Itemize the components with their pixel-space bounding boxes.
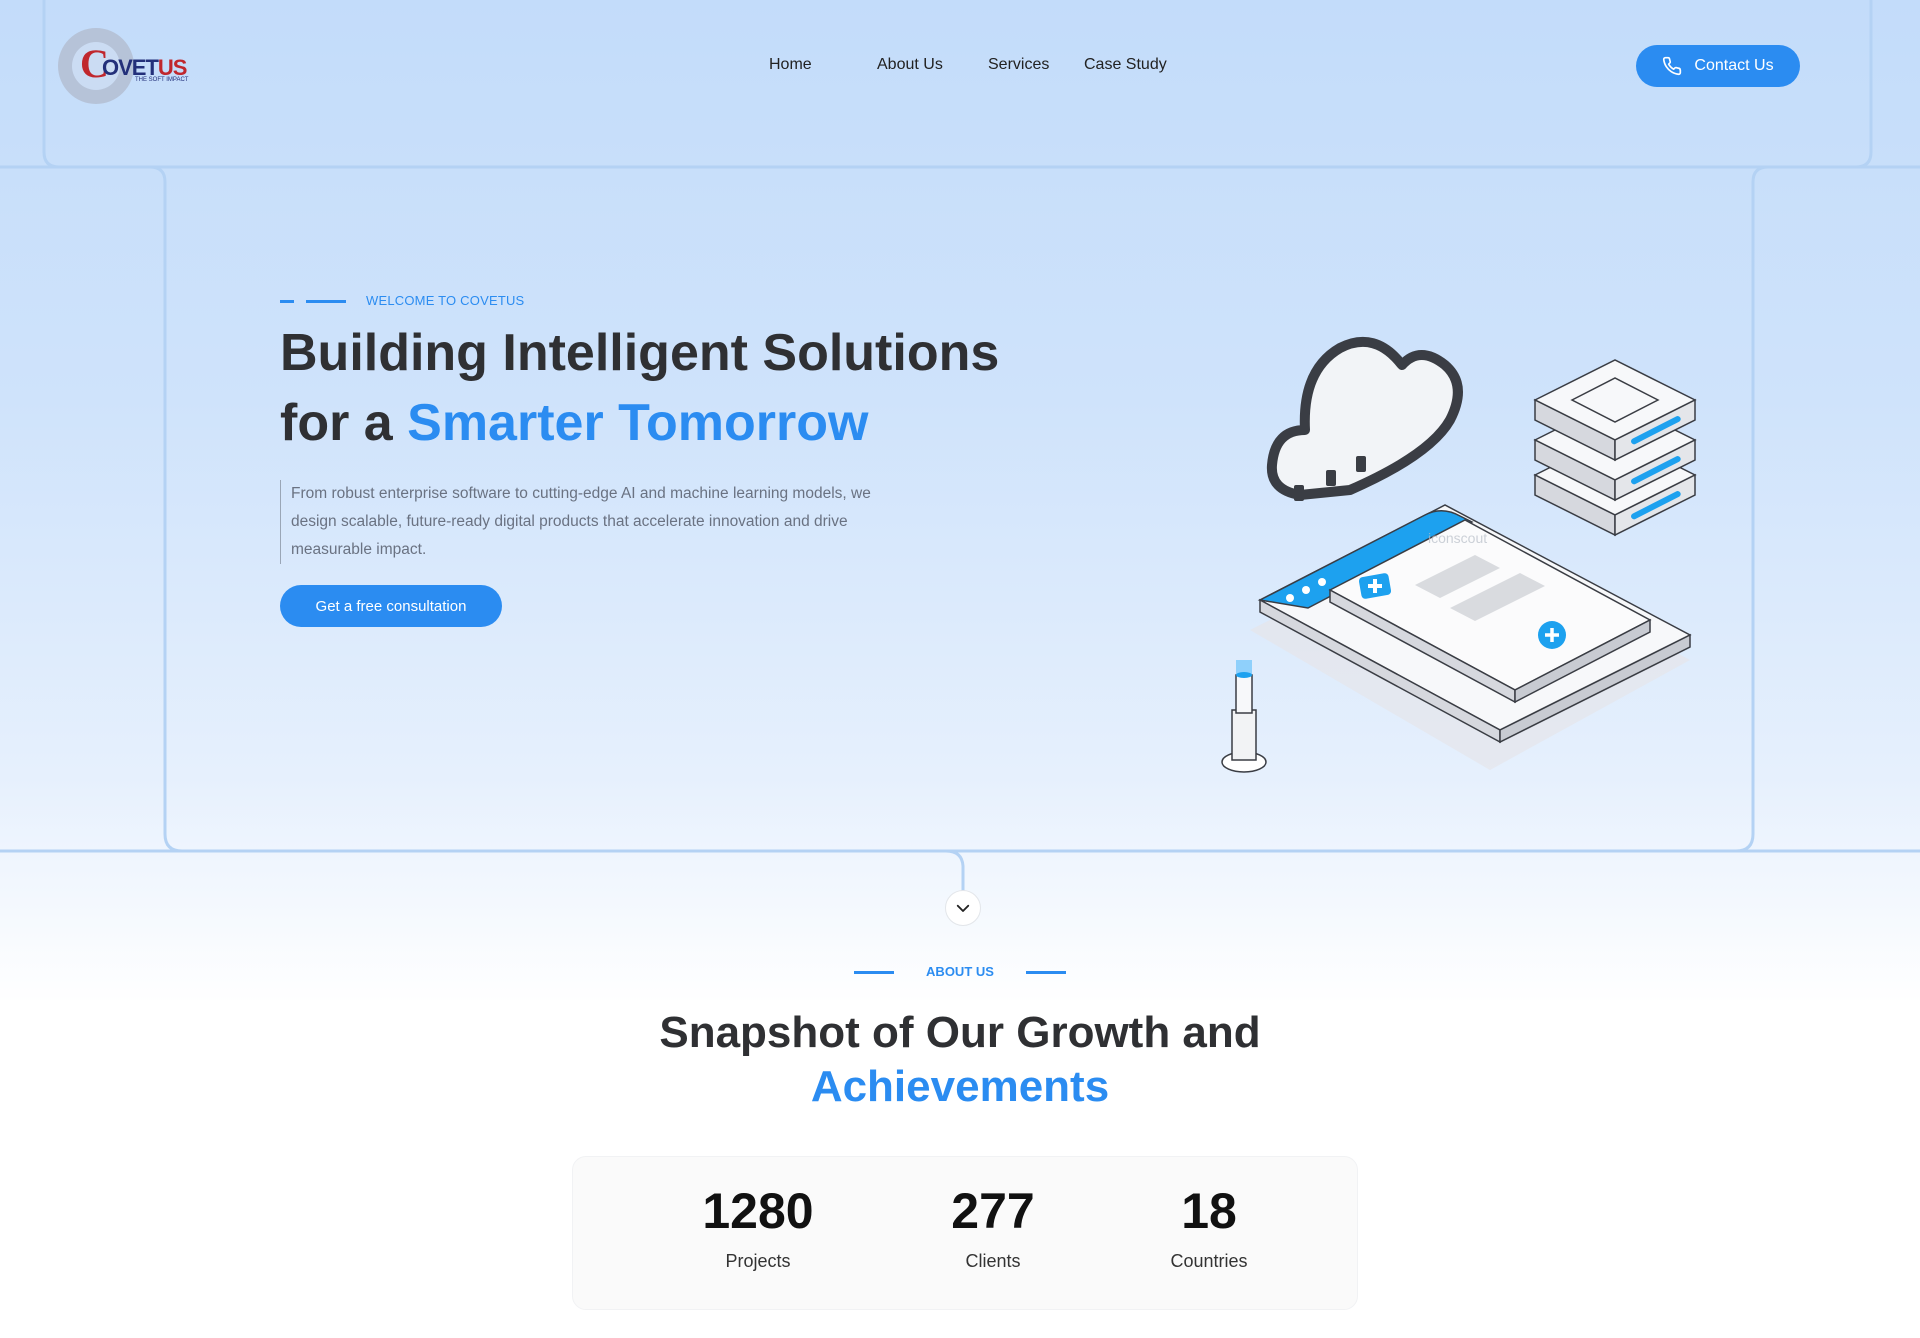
hero-title-line2-prefix: for a	[280, 394, 408, 452]
stat-clients: 277 Clients	[893, 1183, 1093, 1272]
stat-label: Countries	[1170, 1251, 1248, 1271]
free-consultation-button[interactable]: Get a free consultation	[280, 585, 502, 627]
company-logo[interactable]: C OVETUS THE SOFT IMPACT	[58, 28, 192, 106]
about-title-accent: Achievements	[810, 1062, 1110, 1111]
logo-tagline: THE SOFT IMPACT	[135, 77, 189, 83]
hero-description: From robust enterprise software to cutti…	[280, 480, 920, 564]
about-eyebrow: ABOUT US	[0, 962, 1920, 982]
about-title-line1: Snapshot of Our Growth and	[659, 1008, 1261, 1057]
about-title: Snapshot of Our Growth and Achievements	[0, 1006, 1920, 1114]
hero-title-line1: Building Intelligent Solutions	[280, 324, 1000, 382]
about-eyebrow-text: ABOUT US	[926, 964, 994, 979]
contact-us-button[interactable]: Contact Us	[1636, 45, 1800, 87]
stat-label: Clients	[965, 1251, 1021, 1271]
stat-countries: 18 Countries	[1109, 1183, 1309, 1272]
isometric-cloud-server-illustration: iconscout	[1221, 336, 1697, 773]
watermark-text: iconscout	[1428, 530, 1487, 546]
free-consultation-label: Get a free consultation	[315, 597, 467, 615]
hero-title-accent: Smarter Tomorrow	[407, 394, 869, 452]
nav-case-study[interactable]: Case Study	[1084, 56, 1167, 74]
stat-projects: 1280 Projects	[658, 1183, 858, 1272]
stat-value: 18	[1181, 1183, 1237, 1239]
nav-services[interactable]: Services	[988, 56, 1049, 74]
scroll-down-button[interactable]	[945, 890, 981, 926]
phone-icon	[1663, 56, 1682, 76]
hero-title: Building Intelligent Solutions for a Sma…	[280, 318, 1100, 458]
stats-card: 1280 Projects 277 Clients 18 Countries	[572, 1156, 1358, 1310]
stat-value: 277	[951, 1183, 1035, 1239]
contact-us-label: Contact Us	[1694, 57, 1774, 74]
hero-eyebrow-text: WELCOME TO COVETUS	[366, 293, 525, 308]
stat-value: 1280	[702, 1183, 814, 1239]
stat-label: Projects	[725, 1251, 791, 1271]
nav-about-us[interactable]: About Us	[877, 56, 943, 74]
chevron-down-icon	[956, 904, 970, 912]
nav-home[interactable]: Home	[769, 56, 812, 74]
